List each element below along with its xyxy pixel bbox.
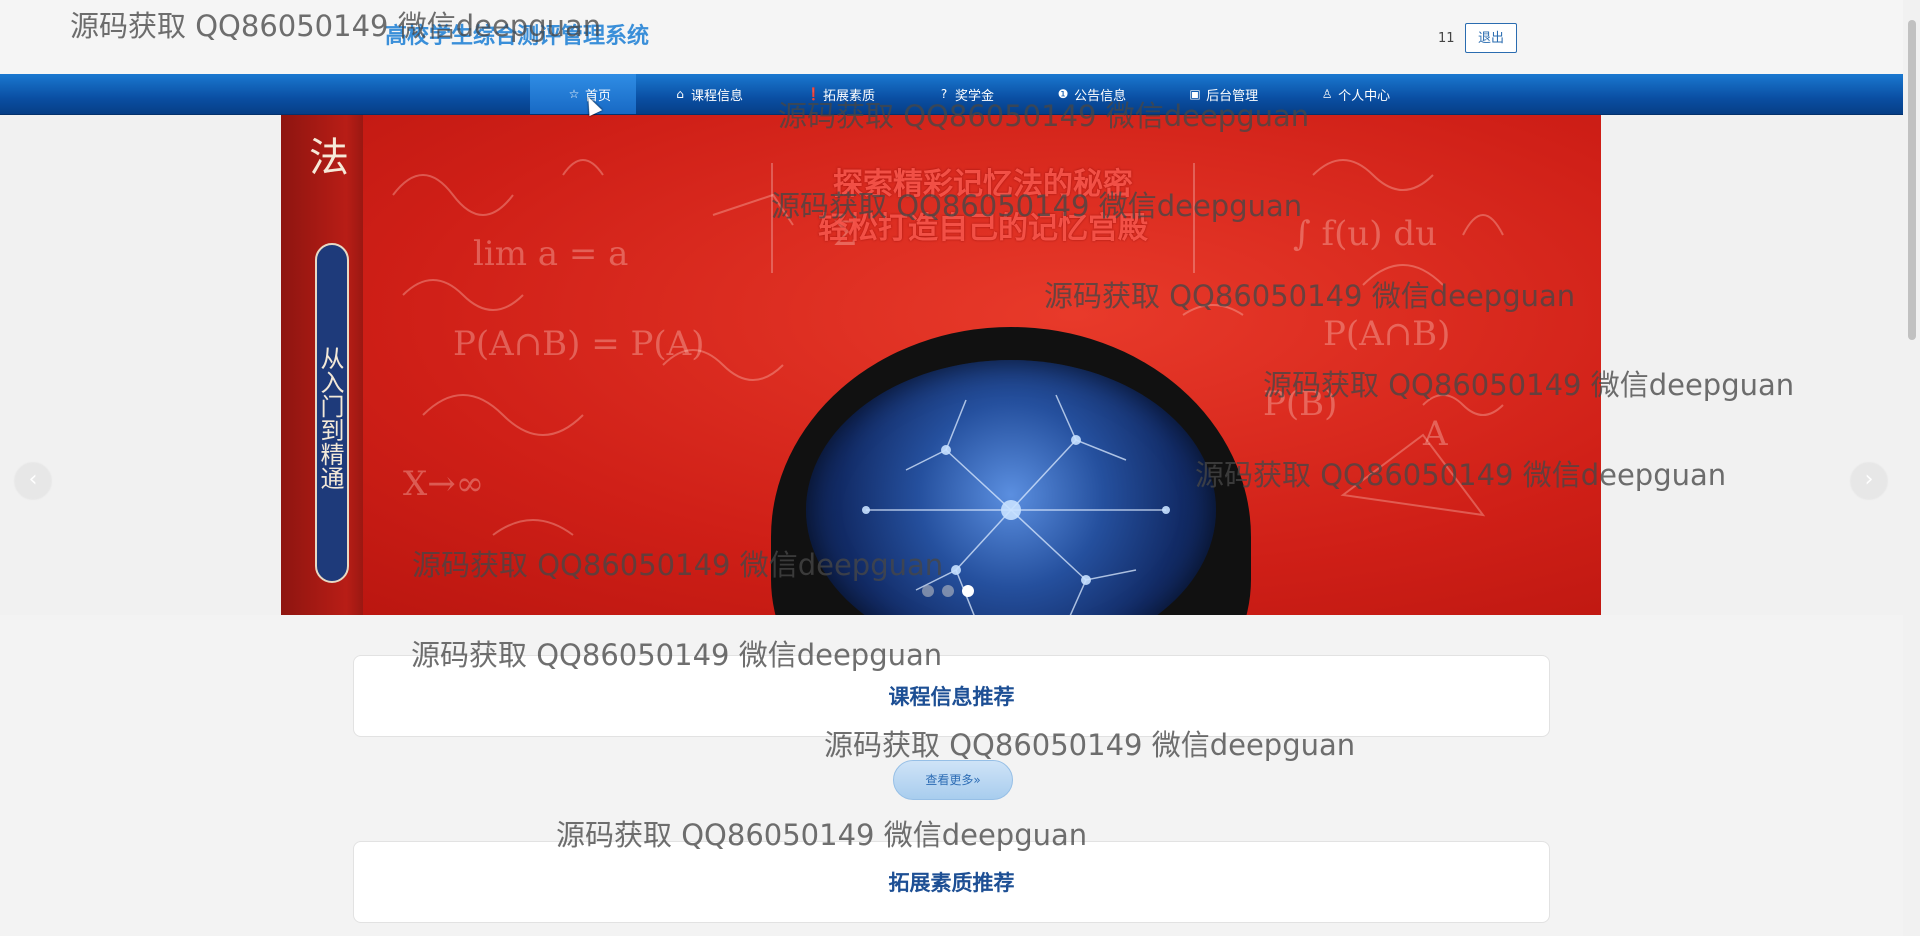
brain-illustration xyxy=(806,360,1216,615)
quality-recommend-section: 拓展素质推荐 xyxy=(353,841,1550,923)
spine-subtitle: 从入门到精通 xyxy=(315,243,349,583)
nav-item[interactable]: ♙ 个人中心 xyxy=(1283,74,1415,114)
svg-text:P(B): P(B) xyxy=(1263,384,1337,424)
logout-button[interactable]: 退出 xyxy=(1465,23,1517,53)
svg-text:X→∞: X→∞ xyxy=(403,464,484,504)
nav-item-label: 奖学金 xyxy=(955,88,995,104)
nav-item[interactable]: ▣ 后台管理 xyxy=(1151,74,1283,114)
cover-line-1: 探索精彩记忆法的秘密 xyxy=(833,167,1133,202)
book-spine: 法 从入门到精通 xyxy=(281,115,363,615)
banner-carousel: lim a = a P(A∩B) = P(A) Σ ∫ f(u) du P(A∩… xyxy=(0,115,1903,615)
svg-text:lim a = a: lim a = a xyxy=(473,234,628,274)
cover-line-2: 轻松打造自己的记忆宫殿 xyxy=(818,211,1148,246)
carousel-next-button[interactable]: › xyxy=(1851,463,1887,499)
info-icon: ❗ xyxy=(806,87,821,101)
svg-text:∫ f(u) du: ∫ f(u) du xyxy=(1293,214,1437,254)
svg-text:P(A∩B): P(A∩B) xyxy=(1323,314,1450,354)
svg-text:A: A xyxy=(1422,414,1448,454)
header: 高校学生综合测评管理系统 11 退出 xyxy=(0,0,1903,74)
nav-item-label: 拓展素质 xyxy=(823,88,876,104)
nav-item-label: 个人中心 xyxy=(1338,88,1391,104)
user-icon: ♙ xyxy=(1321,87,1333,101)
view-more-button[interactable]: 查看更多» xyxy=(893,760,1013,800)
carousel-dot[interactable] xyxy=(922,585,934,597)
nav-item-label: 公告信息 xyxy=(1074,88,1127,104)
nav-item[interactable]: ❗ 拓展素质 xyxy=(768,74,900,114)
nav-items: ☆ 首页 ⌂ 课程信息 ❗ 拓展素质? 奖学金 ❶ 公告信息 ▣ 后台管理 ♙ 个人中心 xyxy=(530,74,1415,114)
nav-item-label: 后台管理 xyxy=(1206,88,1259,104)
course-recommend-title: 课程信息推荐 xyxy=(888,685,1015,709)
username-label[interactable]: 11 xyxy=(1438,31,1455,46)
clipboard-icon: ▣ xyxy=(1189,87,1201,101)
site-title: 高校学生综合测评管理系统 xyxy=(385,24,650,49)
scrollbar-thumb[interactable] xyxy=(1908,20,1916,340)
carousel-dots xyxy=(922,585,974,597)
cover-headline: 探索精彩记忆法的秘密 轻松打造自己的记忆宫殿 xyxy=(771,163,1195,273)
carousel-prev-button[interactable]: ‹ xyxy=(15,463,51,499)
info-circle-icon: ❶ xyxy=(1057,87,1069,101)
spine-title: 法 xyxy=(309,135,349,181)
nav-item[interactable]: ❶ 公告信息 xyxy=(1019,74,1151,114)
nav-item-label: 课程信息 xyxy=(691,88,744,104)
nav-item[interactable]: ⌂ 课程信息 xyxy=(636,74,768,114)
svg-text:P(A∩B) = P(A): P(A∩B) = P(A) xyxy=(453,324,705,364)
nav-item[interactable]: ☆ 首页 xyxy=(530,74,637,114)
vertical-scrollbar[interactable] xyxy=(1903,0,1920,936)
neuron-lines xyxy=(862,394,1170,615)
question-icon: ? xyxy=(940,87,948,101)
course-recommend-section: 课程信息推荐 xyxy=(353,655,1550,737)
banner-image[interactable]: lim a = a P(A∩B) = P(A) Σ ∫ f(u) du P(A∩… xyxy=(281,115,1601,615)
carousel-dot[interactable] xyxy=(962,585,974,597)
quality-recommend-title: 拓展素质推荐 xyxy=(888,871,1015,895)
page: 高校学生综合测评管理系统 11 退出 ☆ 首页 ⌂ 课程信息 ❗ 拓展素质? 奖学金 ❶ 公告信… xyxy=(0,0,1920,936)
nav-item[interactable]: ? 奖学金 xyxy=(900,74,1019,114)
bag-icon: ⌂ xyxy=(676,87,684,101)
star-icon: ☆ xyxy=(568,87,580,101)
carousel-dot[interactable] xyxy=(942,585,954,597)
main-nav: ☆ 首页 ⌂ 课程信息 ❗ 拓展素质? 奖学金 ❶ 公告信息 ▣ 后台管理 ♙ 个人中心 xyxy=(0,74,1903,115)
